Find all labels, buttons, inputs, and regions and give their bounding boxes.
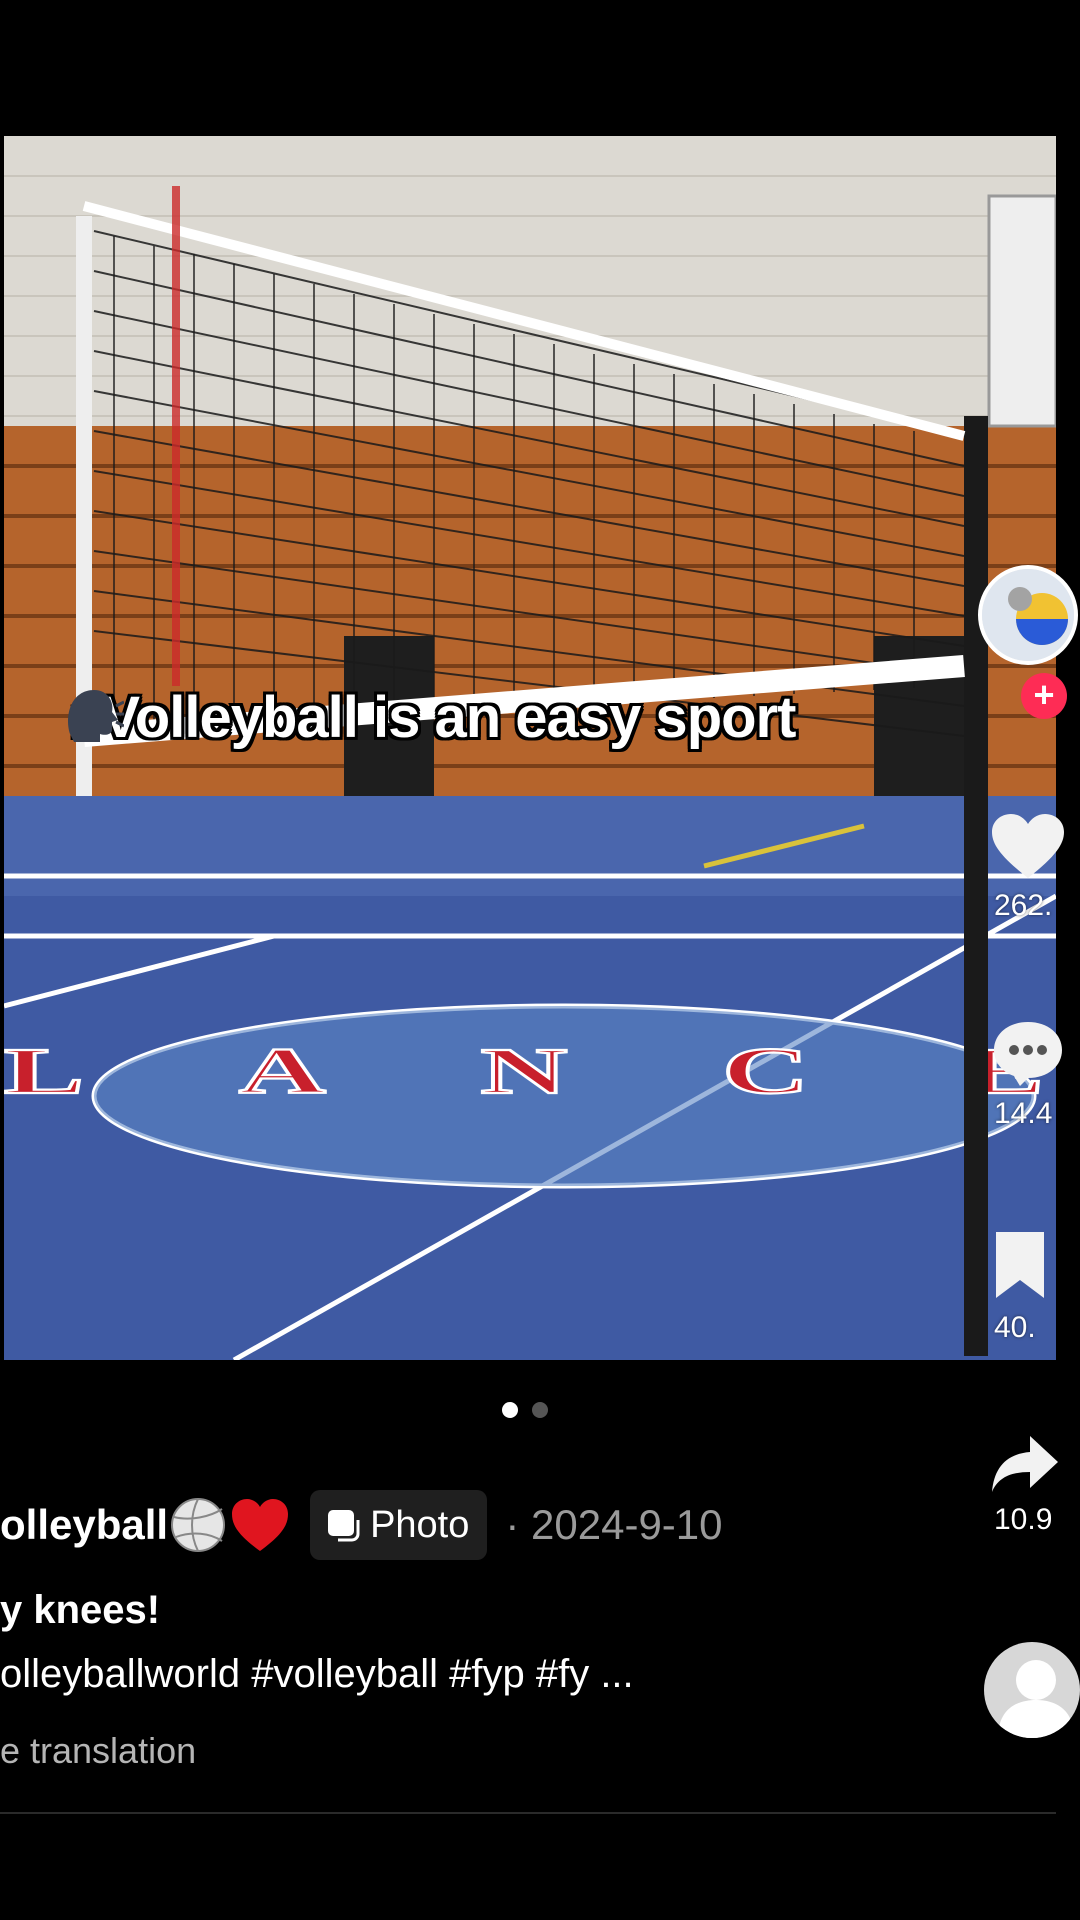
comment-count: 14.4 [994, 1097, 1053, 1130]
like-count: 262. [994, 889, 1053, 922]
photo-badge: Photo [310, 1490, 488, 1560]
comment-button[interactable]: 14.4 [990, 1018, 1080, 1131]
save-button[interactable]: 40. [990, 1228, 1080, 1345]
creator-avatar-group[interactable]: + [978, 565, 1078, 719]
sound-disc[interactable] [984, 1642, 1080, 1738]
carousel-indicator [502, 1402, 548, 1418]
author-line: olleyball Photo · 2024-9-10 [0, 1490, 723, 1560]
bookmark-icon [996, 1232, 1044, 1298]
share-button[interactable]: 10.9 [990, 1432, 1080, 1537]
like-button[interactable]: 262. [990, 812, 1080, 923]
share-arrow-icon [992, 1436, 1058, 1492]
share-count: 10.9 [994, 1503, 1053, 1536]
carousel-dot[interactable] [532, 1402, 548, 1418]
volleyball-icon [170, 1497, 226, 1553]
avatar[interactable] [978, 565, 1078, 665]
comment-icon [994, 1022, 1062, 1086]
follow-plus-button[interactable]: + [1021, 673, 1067, 719]
see-translation-link[interactable]: e translation [0, 1730, 196, 1772]
post-title: y knees! [0, 1588, 161, 1632]
bottom-divider [0, 1812, 1056, 1814]
author-name[interactable]: olleyball [0, 1501, 168, 1549]
post-photo[interactable]: LANCE: Volleyball is an easy sport [4, 136, 1056, 1360]
post-hashtags[interactable]: olleyballworld #volleyball #fyp #fy ... [0, 1652, 634, 1697]
photo-badge-label: Photo [370, 1503, 470, 1546]
post-date: · 2024-9-10 [505, 1501, 723, 1548]
heart-icon [992, 814, 1064, 878]
overlay-caption: : Volleyball is an easy sport [62, 684, 796, 751]
save-count: 40. [994, 1311, 1036, 1344]
red-heart-icon [230, 1497, 290, 1553]
user-placeholder-icon [998, 1660, 1074, 1738]
overlay-caption-text: : Volleyball is an easy sport [68, 685, 796, 750]
photo-icon [328, 1510, 360, 1542]
carousel-dot-active[interactable] [502, 1402, 518, 1418]
